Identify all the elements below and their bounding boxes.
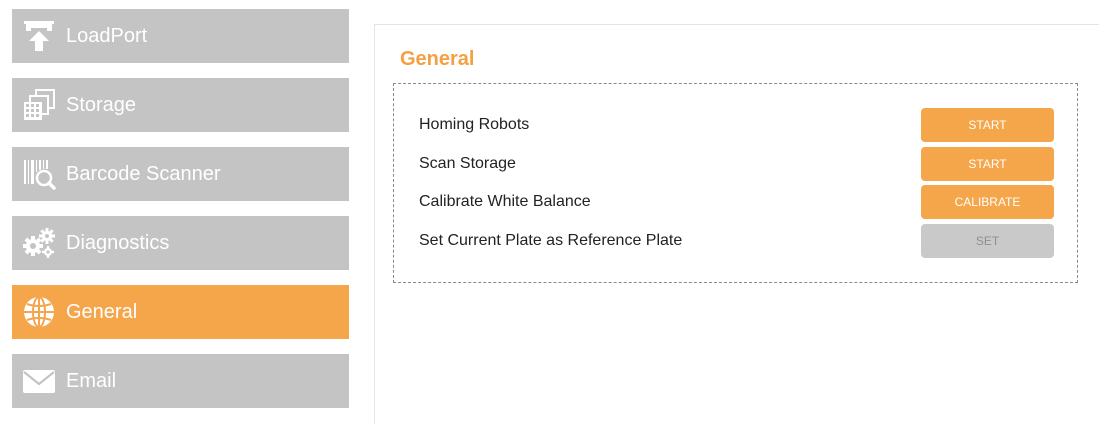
setting-row-homing-robots: Homing Robots START bbox=[394, 108, 1077, 142]
settings-box: Homing Robots START Scan Storage START C… bbox=[393, 83, 1078, 283]
sidebar: LoadPort Storage Barcode Scanner Diagnos… bbox=[12, 9, 349, 423]
setting-label: Calibrate White Balance bbox=[419, 193, 591, 210]
globe-icon bbox=[22, 295, 56, 329]
sidebar-item-barcode-scanner[interactable]: Barcode Scanner bbox=[12, 147, 349, 201]
calibrate-white-balance-button[interactable]: CALIBRATE bbox=[921, 185, 1054, 219]
upload-icon bbox=[22, 19, 56, 53]
setting-row-reference-plate: Set Current Plate as Reference Plate SET bbox=[394, 224, 1077, 258]
sidebar-item-email[interactable]: Email bbox=[12, 354, 349, 408]
sidebar-item-label: Barcode Scanner bbox=[66, 162, 221, 185]
sidebar-item-label: LoadPort bbox=[66, 24, 148, 47]
setting-row-scan-storage: Scan Storage START bbox=[394, 147, 1077, 181]
general-panel: General Homing Robots START Scan Storage… bbox=[374, 24, 1099, 424]
gears-icon bbox=[22, 226, 56, 260]
sidebar-item-diagnostics[interactable]: Diagnostics bbox=[12, 216, 349, 270]
panel-title: General bbox=[400, 48, 475, 70]
sidebar-item-label: Diagnostics bbox=[66, 231, 170, 254]
sidebar-item-label: Storage bbox=[66, 93, 137, 116]
setting-label: Scan Storage bbox=[419, 155, 516, 172]
sidebar-item-label: Email bbox=[66, 369, 117, 392]
barcode-scanner-icon bbox=[22, 157, 56, 191]
sidebar-item-storage[interactable]: Storage bbox=[12, 78, 349, 132]
sidebar-item-label: General bbox=[66, 300, 138, 323]
sidebar-item-loadport[interactable]: LoadPort bbox=[12, 9, 349, 63]
homing-robots-start-button[interactable]: START bbox=[921, 108, 1054, 142]
setting-label: Homing Robots bbox=[419, 116, 530, 133]
envelope-icon bbox=[22, 364, 56, 398]
storage-icon bbox=[22, 88, 56, 122]
setting-row-calibrate-white-balance: Calibrate White Balance CALIBRATE bbox=[394, 185, 1077, 219]
setting-label: Set Current Plate as Reference Plate bbox=[419, 232, 683, 249]
set-reference-plate-button[interactable]: SET bbox=[921, 224, 1054, 258]
scan-storage-start-button[interactable]: START bbox=[921, 147, 1054, 181]
sidebar-item-general[interactable]: General bbox=[12, 285, 349, 339]
